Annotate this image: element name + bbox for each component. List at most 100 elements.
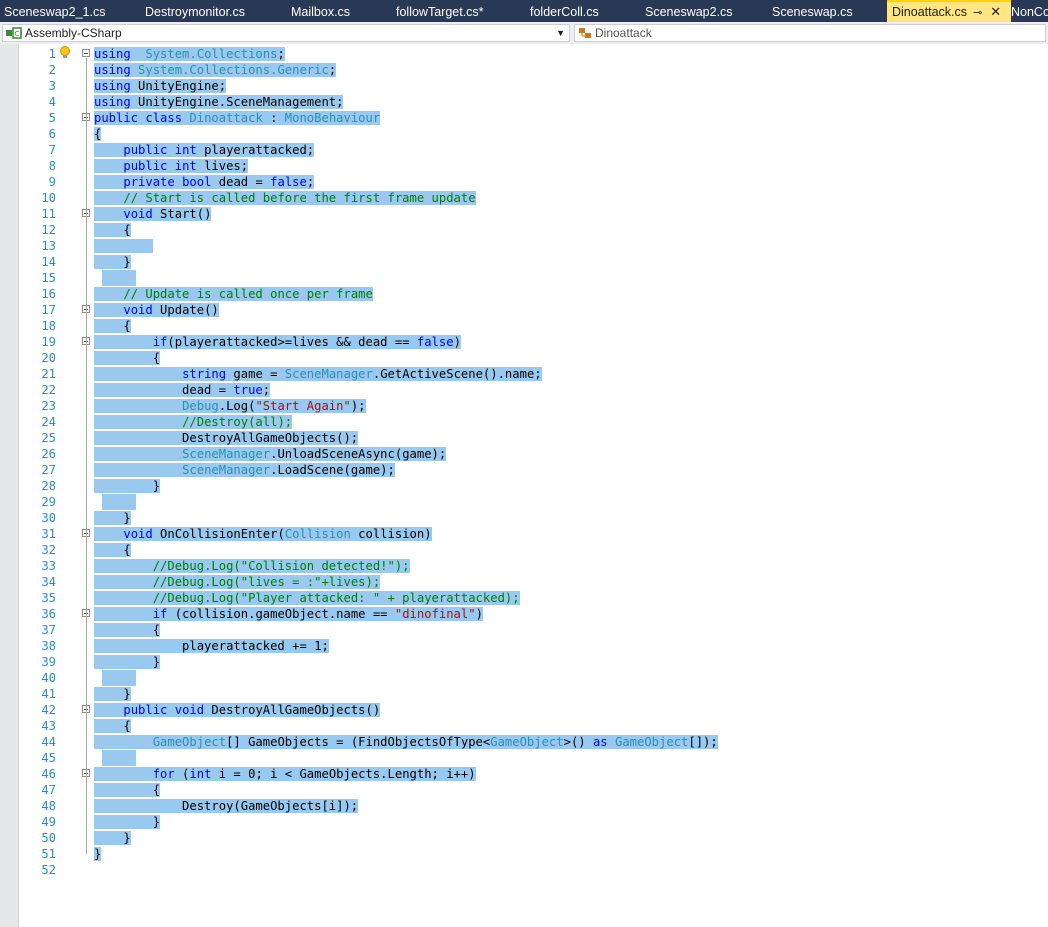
code-line[interactable]: 25 DestroyAllGameObjects();	[0, 430, 1048, 446]
tab-followtarget[interactable]: followTarget.cs*	[396, 0, 484, 22]
selection-highlight	[102, 750, 136, 766]
code-line[interactable]: 40	[0, 670, 1048, 686]
code-token: playerattacked += 1;	[94, 639, 329, 653]
selection-highlight: using UnityEngine.SceneManagement;	[94, 95, 344, 109]
tab-label: Sceneswap2_1.cs	[4, 5, 106, 19]
code-line[interactable]: 50 }	[0, 830, 1048, 846]
code-line[interactable]: 44 GameObject[] GameObjects = (FindObjec…	[0, 734, 1048, 750]
code-line[interactable]: 20 {	[0, 350, 1048, 366]
code-line[interactable]: 31 void OnCollisionEnter(Collision colli…	[0, 526, 1048, 542]
code-line[interactable]: 30 }	[0, 510, 1048, 526]
code-line[interactable]: 10 // Start is called before the first f…	[0, 190, 1048, 206]
code-text: }	[94, 830, 131, 846]
code-token: GameObject	[490, 735, 564, 749]
code-line[interactable]: 7 public int playerattacked;	[0, 142, 1048, 158]
selection-highlight: //Destroy(all);	[94, 415, 293, 429]
code-line[interactable]: 34 //Debug.Log("lives = :"+lives);	[0, 574, 1048, 590]
member-dropdown[interactable]: Dinoattack	[574, 24, 1046, 42]
code-line[interactable]: 12 {	[0, 222, 1048, 238]
code-line[interactable]: 18 {	[0, 318, 1048, 334]
code-line[interactable]: 9 private bool dead = false;	[0, 174, 1048, 190]
code-token: int	[174, 143, 197, 157]
tab-sceneswap2[interactable]: Sceneswap2.cs	[645, 0, 733, 22]
code-text: void Start()	[94, 206, 212, 222]
tab-sceneswap2-1[interactable]: Sceneswap2_1.cs	[4, 0, 105, 22]
tab-dinoattack[interactable]: Dinoattack.cs ⊸ ✕	[887, 0, 1011, 22]
code-token: []);	[688, 735, 718, 749]
selection-highlight: GameObject[] GameObjects = (FindObjectsO…	[94, 735, 718, 749]
selection-highlight: playerattacked += 1;	[94, 639, 329, 653]
pin-icon[interactable]: ⊸	[973, 3, 982, 22]
line-number: 5	[48, 111, 56, 125]
code-line[interactable]: 19 if(playerattacked>=lives && dead == f…	[0, 334, 1048, 350]
selection-highlight: //Debug.Log("Collision detected!");	[94, 559, 410, 573]
code-line[interactable]: 24 //Destroy(all);	[0, 414, 1048, 430]
code-line[interactable]: 17 void Update()	[0, 302, 1048, 318]
close-icon[interactable]: ✕	[990, 2, 1001, 22]
code-line[interactable]: 5 public class Dinoattack : MonoBehaviour	[0, 110, 1048, 126]
code-line[interactable]: 51}	[0, 846, 1048, 862]
line-number: 34	[41, 575, 56, 589]
selection-highlight: public void DestroyAllGameObjects()	[94, 703, 381, 717]
code-line[interactable]: 46 for (int i = 0; i < GameObjects.Lengt…	[0, 766, 1048, 782]
line-number: 2	[48, 63, 56, 77]
collapse-icon[interactable]	[82, 49, 90, 57]
tab-nonco[interactable]: NonCo	[1011, 0, 1048, 22]
code-line[interactable]: 48 Destroy(GameObjects[i]);	[0, 798, 1048, 814]
code-token: System.Collections	[145, 47, 278, 61]
code-line[interactable]: 21 string game = SceneManager.GetActiveS…	[0, 366, 1048, 382]
line-number: 47	[41, 783, 56, 797]
code-line[interactable]: 2 using System.Collections.Generic;	[0, 62, 1048, 78]
code-line[interactable]: 26 SceneManager.UnloadSceneAsync(game);	[0, 446, 1048, 462]
code-line[interactable]: 41 }	[0, 686, 1048, 702]
code-line[interactable]: 45	[0, 750, 1048, 766]
tab-mailbox[interactable]: Mailbox.cs	[291, 0, 350, 22]
code-line[interactable]: 42 public void DestroyAllGameObjects()	[0, 702, 1048, 718]
code-line[interactable]: 14 }	[0, 254, 1048, 270]
line-number: 37	[41, 623, 56, 637]
code-line[interactable]: 16 // Update is called once per frame	[0, 286, 1048, 302]
code-line[interactable]: 23 Debug.Log("Start Again");	[0, 398, 1048, 414]
code-token: }	[94, 847, 102, 861]
tab-foldercoll[interactable]: folderColl.cs	[530, 0, 599, 22]
code-line[interactable]: 37 {	[0, 622, 1048, 638]
code-line[interactable]: 15	[0, 270, 1048, 286]
code-line[interactable]: 4 using UnityEngine.SceneManagement;	[0, 94, 1048, 110]
code-line[interactable]: 39 }	[0, 654, 1048, 670]
code-editor[interactable]: 1 using System.Collections; 2 using System.…	[0, 44, 1048, 927]
code-line[interactable]: 11 void Start()	[0, 206, 1048, 222]
code-line[interactable]: 43 {	[0, 718, 1048, 734]
code-line[interactable]: 47 {	[0, 782, 1048, 798]
code-line[interactable]: 8 public int lives;	[0, 158, 1048, 174]
code-line[interactable]: 33 //Debug.Log("Collision detected!");	[0, 558, 1048, 574]
code-line[interactable]: 27 SceneManager.LoadScene(game);	[0, 462, 1048, 478]
tab-sceneswap[interactable]: Sceneswap.cs	[772, 0, 853, 22]
code-line[interactable]: 36 if (collision.gameObject.name == "din…	[0, 606, 1048, 622]
code-line[interactable]: 6{	[0, 126, 1048, 142]
code-line[interactable]: 49 }	[0, 814, 1048, 830]
selection-highlight: {	[94, 719, 131, 733]
code-line[interactable]: 32 {	[0, 542, 1048, 558]
code-line[interactable]: 22 dead = true;	[0, 382, 1048, 398]
code-line[interactable]: 52	[0, 862, 1048, 878]
code-line[interactable]: 28 }	[0, 478, 1048, 494]
line-number: 19	[41, 335, 56, 349]
code-line[interactable]: 13	[0, 238, 1048, 254]
code-text: playerattacked += 1;	[94, 638, 329, 654]
tab-destroymonitor[interactable]: Destroymonitor.cs	[145, 0, 245, 22]
code-line[interactable]: 3 using UnityEngine;	[0, 78, 1048, 94]
code-text: {	[94, 782, 161, 798]
selection-highlight: void OnCollisionEnter(Collision collisio…	[94, 527, 432, 541]
code-token: class	[145, 111, 183, 125]
code-line[interactable]: 1 using System.Collections;	[0, 46, 1048, 62]
code-text: string game = SceneManager.GetActiveScen…	[94, 366, 542, 382]
code-line[interactable]: 29	[0, 494, 1048, 510]
code-text: {	[94, 718, 131, 734]
code-line[interactable]: 38 playerattacked += 1;	[0, 638, 1048, 654]
code-line[interactable]: 35 //Debug.Log("Player attacked: " + pla…	[0, 590, 1048, 606]
project-dropdown[interactable]: C# Assembly-CSharp ▼	[2, 24, 570, 42]
code-text: }	[94, 654, 161, 670]
code-token: {	[94, 223, 131, 237]
